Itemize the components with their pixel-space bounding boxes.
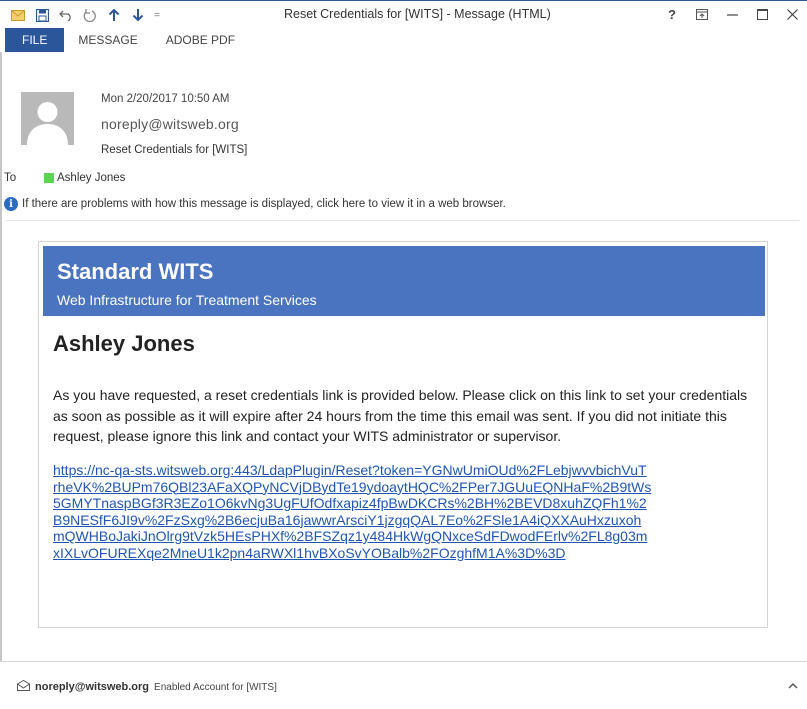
undo-icon[interactable] (54, 5, 78, 25)
message-subject: Reset Credentials for [WITS] (101, 144, 248, 156)
sender-avatar[interactable] (21, 92, 74, 145)
window-controls: ? (657, 3, 807, 25)
envelope-icon (17, 679, 30, 694)
email-body: Standard WITS Web Infrastructure for Tre… (38, 241, 768, 628)
greeting-name: Ashley Jones (53, 331, 195, 356)
body-paragraph: As you have requested, a reset credentia… (53, 387, 748, 445)
link-line[interactable]: B9NESfF6JI9v%2FzSxg%2B6ecjuBa16jawwrArsc… (53, 512, 758, 529)
window-left-border (0, 52, 2, 661)
info-message[interactable]: If there are problems with how this mess… (22, 198, 506, 210)
link-line[interactable]: 5GMYTnaspBGf3R3EZo1O6kvNg3UgFUfOdfxapiz4… (53, 495, 758, 512)
mail-icon (6, 5, 30, 25)
reset-credentials-link[interactable]: https://nc-qa-sts.witsweb.org:443/LdapPl… (53, 462, 758, 561)
link-line[interactable]: https://nc-qa-sts.witsweb.org:443/LdapPl… (53, 462, 758, 479)
presence-icon (44, 173, 54, 183)
link-line[interactable]: mQWHBoJakiJnOlrg9tVzk5HEsPHXf%2BFSZqz1y4… (53, 528, 758, 545)
banner-subtitle: Web Infrastructure for Treatment Service… (57, 292, 317, 308)
redo-icon[interactable] (78, 5, 102, 25)
link-line[interactable]: xIXLvOFUREXqe2MneU1k2pn4aRWXl1hvBXoSvYOB… (53, 545, 758, 562)
window-title: Reset Credentials for [WITS] - Message (… (284, 7, 551, 21)
info-icon: i (4, 197, 18, 211)
tab-message[interactable]: MESSAGE (64, 28, 151, 52)
customize-icon[interactable]: = (150, 5, 164, 25)
wits-banner: Standard WITS Web Infrastructure for Tre… (43, 246, 765, 316)
next-item-icon[interactable] (126, 5, 150, 25)
minimize-icon[interactable] (717, 3, 747, 25)
sent-date: Mon 2/20/2017 10:50 AM (101, 93, 230, 105)
previous-item-icon[interactable] (102, 5, 126, 25)
chevron-up-icon[interactable] (788, 680, 798, 692)
quick-access-toolbar: = (6, 5, 164, 25)
recipient-name[interactable]: Ashley Jones (57, 172, 125, 184)
maximize-icon[interactable] (747, 3, 777, 25)
tab-adobe-pdf[interactable]: ADOBE PDF (152, 28, 249, 52)
help-button[interactable]: ? (657, 3, 687, 25)
ribbon-display-options-icon[interactable] (687, 3, 717, 25)
to-label: To (4, 172, 17, 184)
link-line[interactable]: rheVK%2BUPm76QBl23AFaXQPyNCVjDBydTe19ydo… (53, 479, 758, 496)
title-bar: = Reset Credentials for [WITS] - Message… (0, 0, 807, 28)
banner-title: Standard WITS (57, 259, 214, 284)
related-message[interactable]: noreply@witsweb.org Enabled Account for … (17, 679, 277, 694)
tab-file[interactable]: FILE (5, 28, 65, 52)
footer-sender[interactable]: noreply@witsweb.org (35, 681, 149, 693)
person-icon (21, 92, 74, 145)
to-row: To Ashley Jones (4, 172, 125, 184)
ribbon-tabs: FILE MESSAGE ADOBE PDF (0, 28, 807, 52)
info-bar[interactable]: i If there are problems with how this me… (4, 197, 506, 211)
footer-subject[interactable]: Enabled Account for [WITS] (154, 682, 277, 693)
people-pane: noreply@witsweb.org Enabled Account for … (0, 661, 807, 709)
sender-address[interactable]: noreply@witsweb.org (101, 116, 239, 132)
header-divider (6, 220, 799, 221)
save-icon[interactable] (30, 5, 54, 25)
close-icon[interactable] (777, 3, 807, 25)
